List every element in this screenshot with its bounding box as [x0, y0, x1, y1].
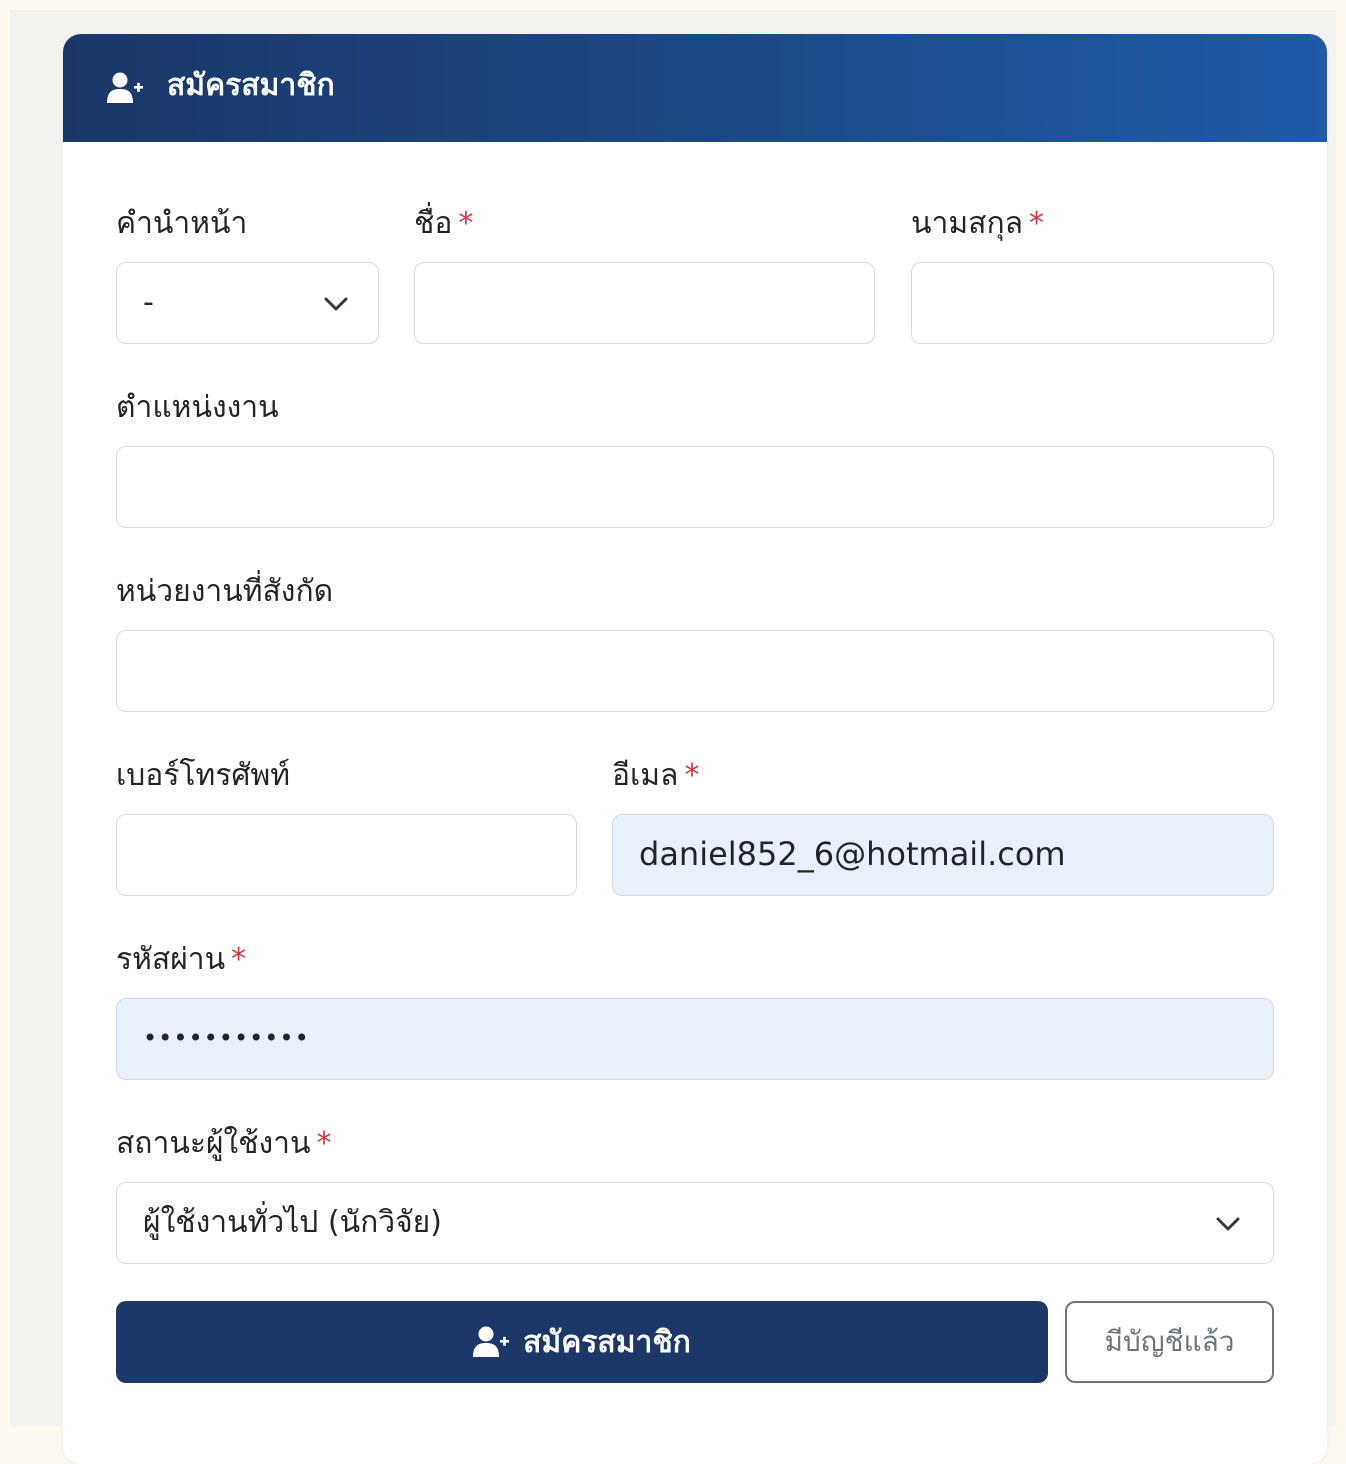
first-name-label-text: ชื่อ [414, 206, 453, 241]
required-mark: * [231, 942, 247, 977]
have-account-button-label: มีบัญชีแล้ว [1104, 1325, 1235, 1358]
chevron-down-icon [1216, 1217, 1240, 1231]
register-button-content: สมัครสมาชิก [116, 1301, 1048, 1383]
page-background: สมัครสมาชิก คำนำหน้า - ชื่อ * นามสกุล * ตำ… [10, 10, 1336, 1464]
phone-input[interactable] [116, 814, 577, 896]
required-mark: * [684, 758, 700, 793]
last-name-label: นามสกุล * [911, 204, 1044, 244]
required-mark: * [458, 206, 474, 241]
prefix-label: คำนำหน้า [116, 204, 247, 244]
first-name-label: ชื่อ * [414, 204, 473, 244]
prefix-label-text: คำนำหน้า [116, 206, 248, 241]
register-button-label: สมัครสมาชิก [523, 1324, 691, 1360]
user-plus-icon [473, 1326, 510, 1357]
password-input[interactable]: ••••••••••• [116, 998, 1274, 1080]
password-label: รหัสผ่าน * [116, 940, 246, 980]
user-plus-icon [107, 72, 143, 103]
have-account-button[interactable]: มีบัญชีแล้ว [1065, 1301, 1274, 1383]
prefix-select-value: - [143, 285, 154, 320]
user-status-select-value: ผู้ใช้งานทั่วไป (นักวิจัย) [143, 1205, 442, 1240]
page-title: สมัครสมาชิก [167, 68, 335, 103]
required-mark: * [316, 1126, 332, 1161]
last-name-input[interactable] [911, 262, 1274, 344]
required-mark: * [1029, 206, 1044, 241]
position-label-text: ตำแหน่งงาน [116, 390, 279, 425]
chevron-down-icon [324, 297, 348, 311]
prefix-select[interactable]: - [116, 262, 379, 344]
email-label-text: อีเมล [612, 758, 679, 793]
phone-label-text: เบอร์โทรศัพท์ [116, 758, 291, 793]
organization-input[interactable] [116, 630, 1274, 712]
password-label-text: รหัสผ่าน [116, 942, 226, 977]
register-button[interactable]: สมัครสมาชิก [116, 1301, 1048, 1383]
organization-label: หน่วยงานที่สังกัด [116, 572, 333, 612]
email-label: อีเมล * [612, 756, 699, 796]
user-status-select[interactable]: ผู้ใช้งานทั่วไป (นักวิจัย) [116, 1182, 1274, 1264]
last-name-label-text: นามสกุล [911, 206, 1023, 241]
organization-label-text: หน่วยงานที่สังกัด [116, 574, 334, 609]
email-input[interactable]: daniel852_6@hotmail.com [612, 814, 1274, 896]
card-header: สมัครสมาชิก [63, 34, 1327, 142]
user-status-label-text: สถานะผู้ใช้งาน [116, 1126, 311, 1161]
position-label: ตำแหน่งงาน [116, 388, 279, 428]
position-input[interactable] [116, 446, 1274, 528]
phone-label: เบอร์โทรศัพท์ [116, 756, 290, 796]
user-status-label: สถานะผู้ใช้งาน * [116, 1124, 332, 1164]
first-name-input[interactable] [414, 262, 875, 344]
register-card: สมัครสมาชิก คำนำหน้า - ชื่อ * นามสกุล * ตำ… [63, 34, 1327, 1464]
